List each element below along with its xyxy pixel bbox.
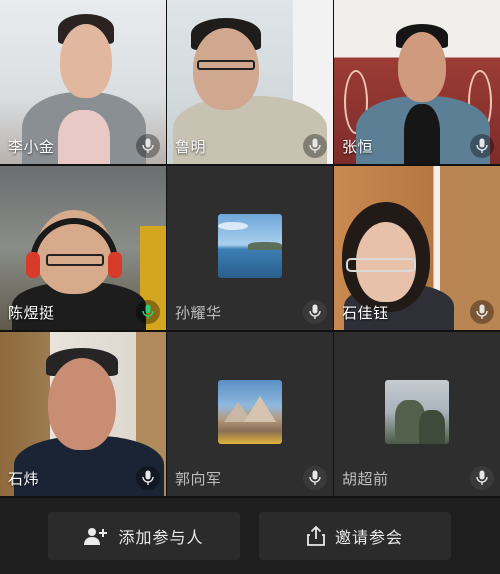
- participant-name: 胡超前: [342, 470, 389, 488]
- avatar: [218, 214, 282, 278]
- video-tile-3[interactable]: 张恒: [334, 0, 500, 164]
- participant-name: 郭向军: [175, 470, 222, 488]
- video-grid: 李小金 鲁明 张恒 陈煜挺 孙耀华 石佳钰 石炜 郭向军 胡超前: [0, 0, 500, 498]
- participant-name: 石佳钰: [342, 304, 389, 322]
- mic-icon[interactable]: [470, 300, 494, 324]
- mic-active-icon[interactable]: [136, 300, 160, 324]
- share-icon: [307, 526, 325, 546]
- mic-icon[interactable]: [470, 466, 494, 490]
- add-user-icon: [84, 528, 108, 545]
- video-tile-5[interactable]: 孙耀华: [167, 166, 333, 330]
- participant-name: 陈煜挺: [8, 304, 55, 322]
- participant-name: 石炜: [8, 470, 40, 488]
- participant-name: 李小金: [8, 138, 55, 156]
- mic-icon[interactable]: [303, 134, 327, 158]
- video-tile-6[interactable]: 石佳钰: [334, 166, 500, 330]
- video-tile-9[interactable]: 胡超前: [334, 332, 500, 496]
- mic-icon[interactable]: [303, 466, 327, 490]
- participant-name: 孙耀华: [175, 304, 222, 322]
- mic-icon[interactable]: [136, 466, 160, 490]
- avatar: [218, 380, 282, 444]
- video-tile-1[interactable]: 李小金: [0, 0, 166, 164]
- add-participant-button[interactable]: 添加参与人: [48, 512, 240, 560]
- mic-icon[interactable]: [470, 134, 494, 158]
- video-tile-2[interactable]: 鲁明: [167, 0, 333, 164]
- mic-icon[interactable]: [303, 300, 327, 324]
- video-tile-4[interactable]: 陈煜挺: [0, 166, 166, 330]
- mic-icon[interactable]: [136, 134, 160, 158]
- participant-name: 张恒: [342, 138, 374, 156]
- video-tile-8[interactable]: 郭向军: [167, 332, 333, 496]
- invite-label: 邀请参会: [334, 528, 403, 547]
- add-participant-label: 添加参与人: [118, 528, 204, 547]
- participant-name: 鲁明: [175, 138, 207, 156]
- video-tile-7[interactable]: 石炜: [0, 332, 166, 496]
- avatar: [385, 380, 449, 444]
- invite-button[interactable]: 邀请参会: [259, 512, 451, 560]
- meeting-toolbar: 添加参与人 邀请参会: [0, 498, 500, 574]
